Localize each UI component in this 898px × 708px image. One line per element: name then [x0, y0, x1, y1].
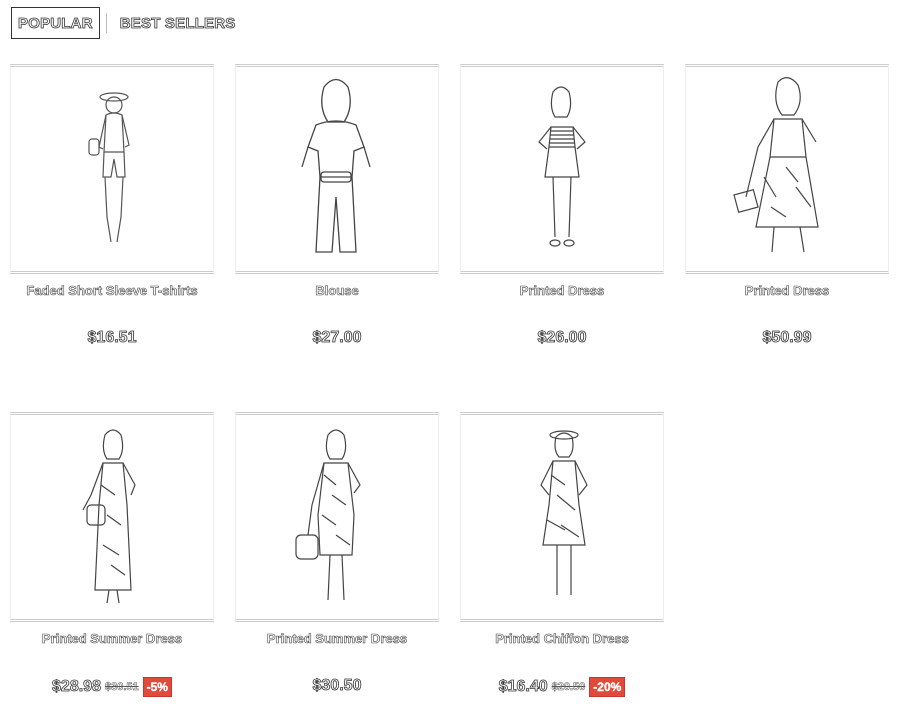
product-price: $26.00 — [537, 329, 587, 347]
product-name[interactable]: Printed Summer Dress — [235, 631, 439, 647]
model-figure-icon — [295, 429, 361, 601]
model-figure-icon — [733, 77, 819, 253]
product-price: $30.50 — [312, 677, 362, 695]
product-price: $28.98 — [52, 678, 102, 696]
product-name[interactable]: Printed Chiffon Dress — [460, 631, 664, 647]
price-row: $16.40 $20.50 -20% — [460, 677, 664, 697]
model-figure-icon — [82, 429, 136, 604]
tab-divider — [105, 13, 107, 33]
product-image[interactable] — [685, 64, 889, 274]
product-name[interactable]: Blouse — [235, 283, 439, 299]
price-row: $30.50 — [235, 677, 439, 695]
price-row: $27.00 — [235, 329, 439, 347]
price-row: $28.98 $30.51 -5% — [10, 677, 214, 697]
product-card[interactable]: Printed Summer Dress $28.98 $30.51 -5% — [10, 412, 214, 697]
product-card[interactable]: Printed Dress $26.00 — [460, 64, 664, 347]
tab-best-sellers[interactable]: BEST SELLERS — [114, 8, 242, 38]
product-card[interactable]: Printed Dress $50.99 — [685, 64, 889, 347]
product-image[interactable] — [460, 64, 664, 274]
tab-popular[interactable]: POPULAR — [11, 7, 100, 39]
product-name[interactable]: Faded Short Sleeve T-shirts — [10, 283, 214, 299]
product-image[interactable] — [460, 412, 664, 622]
product-card[interactable]: Blouse $27.00 — [235, 64, 439, 347]
product-image[interactable] — [10, 64, 214, 274]
product-image[interactable] — [10, 412, 214, 622]
product-old-price: $20.50 — [551, 681, 586, 694]
product-old-price: $30.51 — [104, 681, 139, 694]
product-name[interactable]: Printed Dress — [685, 283, 889, 299]
discount-badge: -20% — [589, 677, 626, 697]
product-name[interactable]: Printed Dress — [460, 283, 664, 299]
product-tabs: POPULAR BEST SELLERS — [11, 7, 242, 39]
product-price: $16.40 — [498, 678, 548, 696]
product-price: $27.00 — [312, 329, 362, 347]
price-row: $50.99 — [685, 329, 889, 347]
model-figure-icon — [540, 430, 588, 595]
product-card[interactable]: Printed Summer Dress $30.50 — [235, 412, 439, 695]
model-figure-icon — [88, 92, 130, 243]
product-image[interactable] — [235, 64, 439, 274]
model-figure-icon — [301, 78, 371, 253]
product-name[interactable]: Printed Summer Dress — [10, 631, 214, 647]
product-card[interactable]: Faded Short Sleeve T-shirts $16.51 — [10, 64, 214, 347]
discount-badge: -5% — [142, 677, 172, 697]
price-row: $16.51 — [10, 329, 214, 347]
product-price: $50.99 — [762, 329, 812, 347]
price-row: $26.00 — [460, 329, 664, 347]
product-card[interactable]: Printed Chiffon Dress $16.40 $20.50 -20% — [460, 412, 664, 697]
model-figure-icon — [538, 86, 586, 247]
product-price: $16.51 — [87, 329, 137, 347]
product-image[interactable] — [235, 412, 439, 622]
